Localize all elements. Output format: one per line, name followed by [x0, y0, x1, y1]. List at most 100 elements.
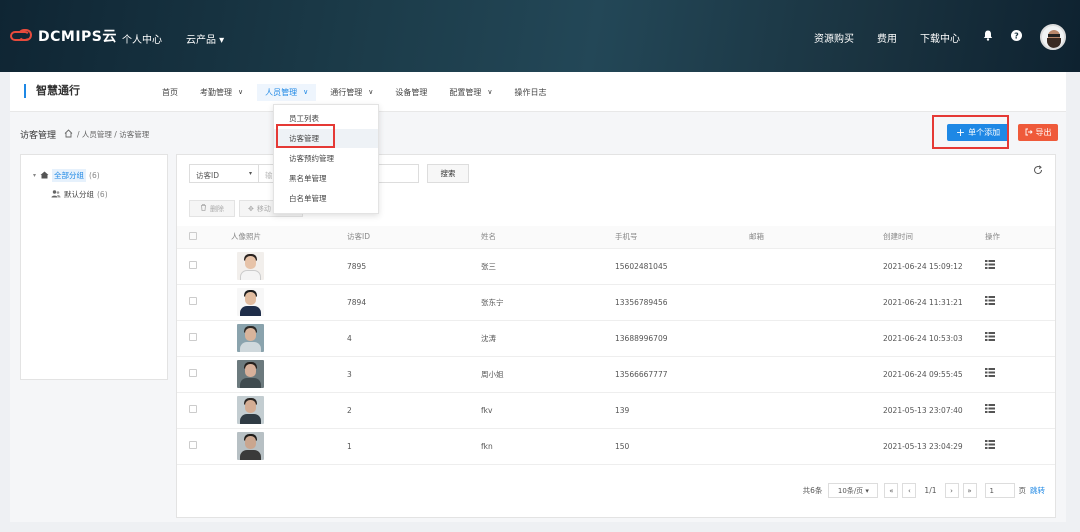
visitor-created: 2021-06-24 09:55:45: [883, 356, 983, 393]
nav-config[interactable]: 配置管理 ∨: [449, 87, 492, 98]
visitor-table: 人像照片 访客ID 姓名 手机号 邮箱 创建时间 操作 7895 张三 1560…: [177, 226, 1055, 465]
home-icon[interactable]: [64, 128, 73, 141]
action-menu-icon[interactable]: [985, 368, 995, 380]
action-menu-icon[interactable]: [985, 404, 995, 416]
visitor-photo: [237, 324, 264, 352]
top-nav-personal-center[interactable]: 个人中心: [122, 31, 162, 46]
visitor-created: 2021-06-24 15:09:12: [883, 248, 983, 285]
help-icon[interactable]: ?: [1011, 30, 1022, 44]
select-all-cell[interactable]: [177, 226, 215, 249]
table-row[interactable]: 7895 张三 15602481045 2021-06-24 15:09:12: [177, 248, 1055, 285]
select-all-checkbox[interactable]: [189, 231, 197, 240]
top-right: 资源购买 费用 下载中心 ?: [814, 24, 1066, 50]
visitor-phone: 13356789456: [615, 284, 749, 321]
tree-root-label: 全部分组: [52, 169, 87, 182]
visitor-id: 3: [347, 356, 481, 393]
visitor-name: 周小姐: [481, 356, 615, 393]
caret-down-icon: ▾: [248, 170, 252, 177]
row-checkbox[interactable]: [189, 405, 197, 413]
visitor-email: [749, 392, 883, 429]
tree-root-count: (6): [89, 171, 100, 180]
col-actions: 操作: [983, 226, 1055, 249]
delete-button[interactable]: 删除: [189, 200, 235, 217]
page-size-select[interactable]: 10条/页 ▾: [828, 483, 879, 498]
chevron-down-icon: ∨: [238, 88, 244, 96]
table-row[interactable]: 1 fkn 150 2021-05-13 23:04:29: [177, 428, 1055, 465]
visitor-photo: [237, 288, 264, 316]
export-icon: [1025, 128, 1033, 138]
search-button[interactable]: 搜索: [427, 164, 469, 183]
link-billing[interactable]: 费用: [877, 30, 897, 45]
tree-child-label: 默认分组: [64, 190, 94, 199]
visitor-email: [749, 248, 883, 285]
action-menu-icon[interactable]: [985, 332, 995, 344]
nav-home[interactable]: 首页: [162, 87, 178, 98]
pager-total: 共6条: [802, 486, 823, 495]
visitor-phone: 139: [615, 392, 749, 429]
visitor-phone: 15602481045: [615, 248, 749, 285]
visitor-id: 7894: [347, 284, 481, 321]
link-purchase[interactable]: 资源购买: [814, 30, 854, 45]
logo-text: DCMIPS云: [38, 29, 117, 45]
tree-root[interactable]: ▾ 全部分组 (6): [33, 169, 100, 182]
top-nav: 个人中心 云产品 ▾: [122, 31, 224, 46]
visitor-phone: 13566667777: [615, 356, 749, 393]
svg-text:?: ?: [1014, 31, 1019, 40]
bell-icon[interactable]: [983, 30, 993, 44]
last-page-button[interactable]: »: [962, 483, 977, 498]
app-title: 智慧通行: [24, 84, 80, 98]
jump-button[interactable]: 跳转: [1030, 485, 1045, 496]
row-checkbox[interactable]: [189, 369, 197, 377]
breadcrumb-row: 访客管理 / 人员管理 / 访客管理 + 单个添加 导出: [10, 112, 1066, 154]
table-header-row: 人像照片 访客ID 姓名 手机号 邮箱 创建时间 操作: [177, 226, 1055, 249]
row-checkbox[interactable]: [189, 333, 197, 341]
nav-logs[interactable]: 操作日志: [515, 87, 547, 98]
filter-field-select[interactable]: 访客ID ▾: [189, 164, 259, 183]
menu-item-blacklist[interactable]: 黑名单管理: [274, 169, 378, 188]
pagination: 共6条 10条/页 ▾ « ‹ 1/1 › » 1 页 跳转: [803, 483, 1045, 498]
page-title: 访客管理: [20, 131, 57, 141]
table-row[interactable]: 4 沈涛 13688996709 2021-06-24 10:53:03: [177, 320, 1055, 357]
visitor-created: 2021-05-13 23:07:40: [883, 392, 983, 429]
tree-child[interactable]: 默认分组 (6): [51, 189, 108, 200]
table-row[interactable]: 2 fkv 139 2021-05-13 23:07:40: [177, 392, 1055, 429]
menu-item-whitelist[interactable]: 白名单管理: [274, 189, 378, 208]
action-menu-icon[interactable]: [985, 260, 995, 272]
chevron-down-icon: ∨: [368, 88, 374, 96]
personnel-dropdown: 员工列表 访客管理 访客预约管理 黑名单管理 白名单管理: [273, 104, 379, 214]
export-button[interactable]: 导出: [1018, 124, 1058, 141]
row-checkbox[interactable]: [189, 441, 197, 449]
table-row[interactable]: 7894 张东宁 13356789456 2021-06-24 11:31:21: [177, 284, 1055, 321]
next-page-button[interactable]: ›: [944, 483, 959, 498]
visitor-name: fkn: [481, 428, 615, 465]
action-menu-icon[interactable]: [985, 296, 995, 308]
visitor-email: [749, 320, 883, 357]
caret-down-icon[interactable]: ▾: [33, 172, 36, 179]
visitor-id: 7895: [347, 248, 481, 285]
top-nav-cloud-products[interactable]: 云产品 ▾: [186, 31, 224, 46]
col-created: 创建时间: [883, 226, 983, 249]
page-indicator: 1/1: [924, 486, 937, 495]
nav-personnel[interactable]: 人员管理 ∨: [257, 83, 317, 101]
home-group-icon: [40, 171, 49, 181]
nav-access[interactable]: 通行管理 ∨: [330, 87, 373, 98]
row-checkbox[interactable]: [189, 261, 197, 269]
refresh-icon[interactable]: [1033, 165, 1043, 178]
row-checkbox[interactable]: [189, 297, 197, 305]
user-avatar[interactable]: [1040, 24, 1066, 50]
prev-page-button[interactable]: ‹: [902, 483, 917, 498]
nav-devices[interactable]: 设备管理: [395, 87, 427, 98]
visitor-created: 2021-05-13 23:04:29: [883, 428, 983, 465]
first-page-button[interactable]: «: [884, 483, 899, 498]
visitor-name: fkv: [481, 392, 615, 429]
breadcrumb-path[interactable]: / 人员管理 / 访客管理: [77, 129, 149, 140]
logo[interactable]: DCMIPS云: [10, 26, 117, 46]
page-input[interactable]: 1: [984, 483, 1015, 498]
col-email: 邮箱: [749, 226, 883, 249]
table-row[interactable]: 3 周小姐 13566667777 2021-06-24 09:55:45: [177, 356, 1055, 393]
link-download-center[interactable]: 下载中心: [920, 30, 960, 45]
action-menu-icon[interactable]: [985, 440, 995, 452]
highlight-box: [932, 115, 1009, 149]
nav-attendance[interactable]: 考勤管理 ∨: [200, 87, 243, 98]
menu-item-visitor-appointment[interactable]: 访客预约管理: [274, 149, 378, 168]
